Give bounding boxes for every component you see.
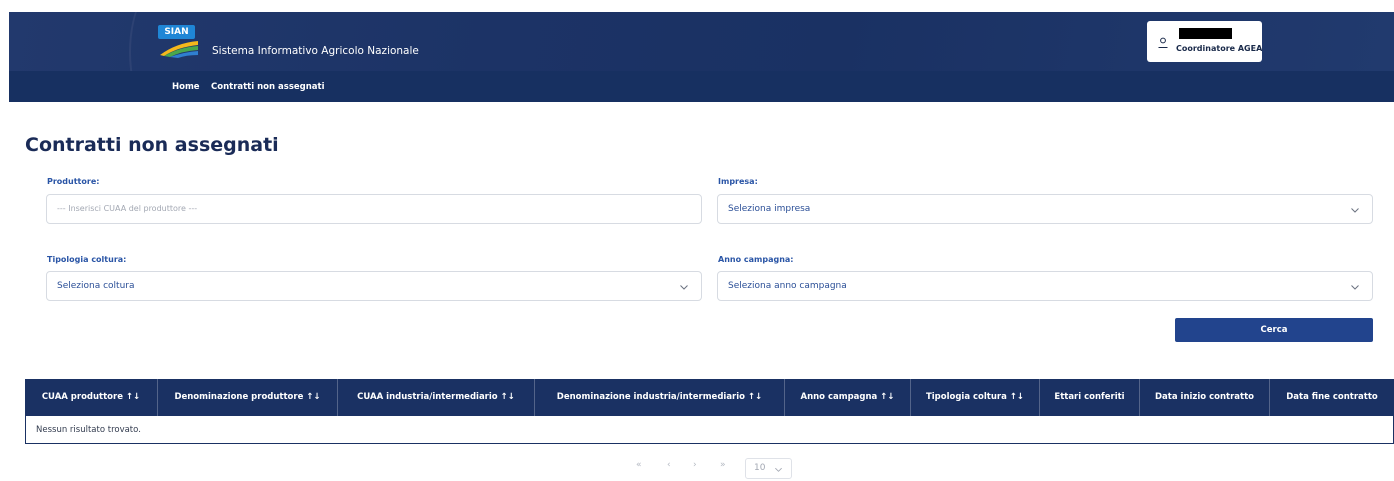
- col-data-inizio: Data inizio contratto: [1140, 379, 1270, 416]
- chevron-down-icon: [680, 285, 688, 290]
- logo-fields-icon: [160, 41, 198, 58]
- anno-label: Anno campagna:: [718, 255, 794, 264]
- search-button[interactable]: Cerca: [1175, 318, 1373, 342]
- last-page-button[interactable]: »: [720, 460, 726, 470]
- first-page-button[interactable]: «: [636, 460, 642, 470]
- user-icon: [1158, 37, 1168, 48]
- user-role: Coordinatore AGEA: [1176, 44, 1263, 53]
- produttore-input[interactable]: --- Inserisci CUAA del produttore ---: [46, 194, 702, 224]
- main-nav: Home Contratti non assegnati: [9, 71, 1394, 102]
- page-title: Contratti non assegnati: [25, 134, 279, 156]
- next-page-button[interactable]: ›: [693, 460, 697, 470]
- results-table: CUAA produttore ↑↓ Denominazione produtt…: [25, 379, 1394, 444]
- chevron-down-icon: [1351, 285, 1359, 290]
- table-header: CUAA produttore ↑↓ Denominazione produtt…: [25, 379, 1394, 416]
- produttore-label: Produttore:: [47, 177, 100, 186]
- anno-value: Seleziona anno campagna: [728, 281, 847, 291]
- col-ettari-conferiti: Ettari conferiti: [1040, 379, 1140, 416]
- rows-per-page-select[interactable]: 10: [745, 458, 792, 479]
- chevron-down-icon: [775, 467, 782, 472]
- user-name-redacted: [1179, 28, 1232, 39]
- impresa-label: Impresa:: [718, 177, 758, 186]
- prev-page-button[interactable]: ‹: [667, 460, 671, 470]
- anno-select[interactable]: Seleziona anno campagna: [717, 271, 1373, 301]
- user-menu[interactable]: Coordinatore AGEA: [1147, 21, 1262, 62]
- site-title[interactable]: Sistema Informativo Agricolo Nazionale: [212, 45, 419, 57]
- chevron-down-icon: [1351, 208, 1359, 213]
- col-cuaa-industria[interactable]: CUAA industria/intermediario ↑↓: [338, 379, 535, 416]
- col-cuaa-produttore[interactable]: CUAA produttore ↑↓: [25, 379, 158, 416]
- produttore-placeholder: --- Inserisci CUAA del produttore ---: [57, 204, 198, 213]
- col-data-fine: Data fine contratto: [1286, 392, 1378, 402]
- nav-contratti-non-assegnati[interactable]: Contratti non assegnati: [211, 82, 325, 92]
- empty-message: Nessun risultato trovato.: [36, 425, 141, 435]
- tipologia-value: Seleziona coltura: [57, 281, 135, 291]
- col-tipologia-coltura[interactable]: Tipologia coltura ↑↓: [911, 379, 1040, 416]
- rows-per-page-value: 10: [754, 463, 766, 473]
- col-denominazione-produttore[interactable]: Denominazione produttore ↑↓: [158, 379, 338, 416]
- nav-home[interactable]: Home: [172, 82, 200, 92]
- table-body: Nessun risultato trovato.: [25, 416, 1394, 444]
- col-denominazione-industria[interactable]: Denominazione industria/intermediario ↑↓: [535, 379, 785, 416]
- tipologia-select[interactable]: Seleziona coltura: [46, 271, 702, 301]
- impresa-value: Seleziona impresa: [728, 204, 811, 214]
- col-anno-campagna[interactable]: Anno campagna ↑↓: [785, 379, 911, 416]
- top-header: SIAN Sistema Informativo Agricolo Nazion…: [9, 12, 1394, 71]
- tipologia-label: Tipologia coltura:: [47, 255, 127, 264]
- pagination: « ‹ › » 10: [0, 458, 1394, 479]
- impresa-select[interactable]: Seleziona impresa: [717, 194, 1373, 224]
- sian-logo[interactable]: SIAN: [158, 25, 201, 58]
